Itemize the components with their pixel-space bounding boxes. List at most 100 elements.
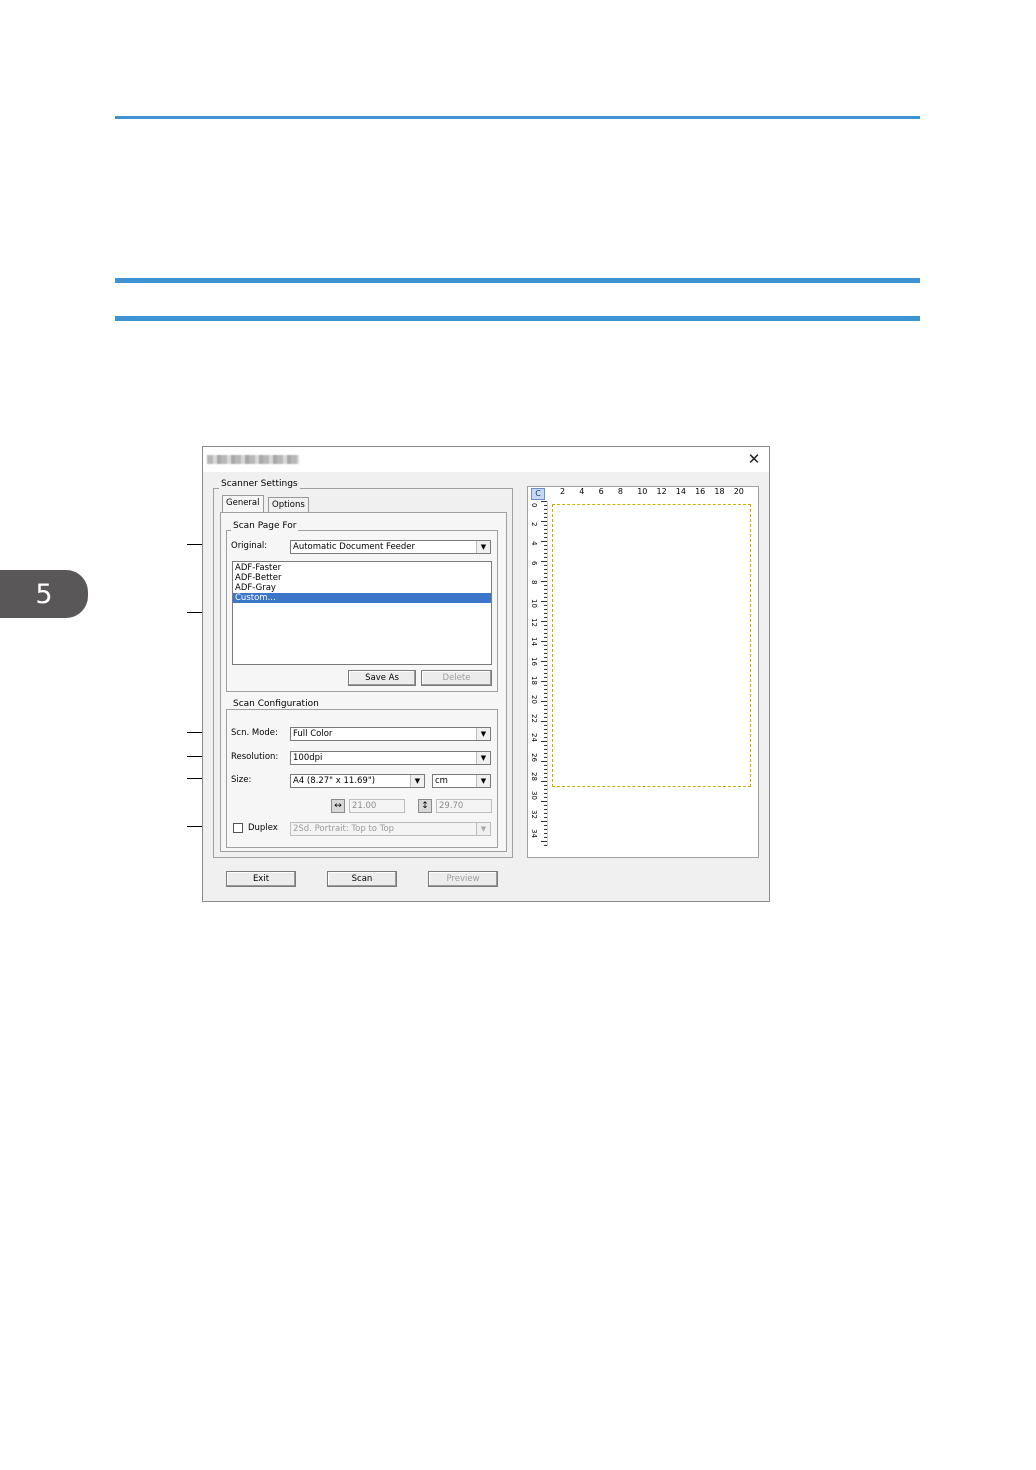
ruler-tick-label: 2 [560, 487, 566, 496]
ruler-tick-mark [541, 681, 547, 682]
ruler-tick-mark [544, 553, 547, 554]
ruler-tick-mark [544, 633, 547, 634]
ruler-tick-mark [544, 645, 547, 646]
ruler-tick-mark [541, 701, 547, 702]
scan-area-outline[interactable] [552, 504, 751, 787]
size-dropdown[interactable]: A4 (8.27" x 11.69") ▼ [290, 774, 425, 788]
ruler-tick-mark [544, 605, 547, 606]
ruler-tick-mark [544, 709, 547, 710]
units-toggle-icon[interactable]: C [531, 488, 545, 500]
scan-button[interactable]: Scan [327, 871, 397, 887]
width-field[interactable]: 21.00 [349, 799, 405, 813]
ruler-tick-mark [544, 593, 547, 594]
ruler-tick-label: 30 [530, 791, 538, 800]
ruler-tick-mark [541, 501, 547, 502]
ruler-tick-label: 4 [579, 487, 585, 496]
resolution-dropdown[interactable]: 100dpi ▼ [290, 751, 491, 765]
ruler-tick-mark [544, 769, 547, 770]
scan-mode-dropdown[interactable]: Full Color ▼ [290, 727, 491, 741]
chevron-down-icon[interactable]: ▼ [476, 775, 490, 787]
ruler-tick-mark [544, 765, 547, 766]
ruler-tick-mark [541, 741, 547, 742]
ruler-tick-mark [544, 685, 547, 686]
list-item-selected[interactable]: Custom... [233, 593, 491, 603]
ruler-tick-mark [544, 669, 547, 670]
list-item[interactable]: ADF-Better [233, 573, 491, 583]
ruler-tick-mark [544, 845, 547, 846]
ruler-tick-mark [544, 609, 547, 610]
ruler-tick-mark [541, 801, 547, 802]
tab-options[interactable]: Options [268, 497, 309, 512]
preset-list[interactable]: ADF-Faster ADF-Better ADF-Gray Custom... [232, 561, 492, 665]
chevron-down-icon[interactable]: ▼ [476, 752, 490, 764]
ruler-tick-mark [544, 717, 547, 718]
ruler-tick-label: 24 [530, 733, 538, 743]
delete-button[interactable]: Delete [421, 670, 492, 686]
exit-button[interactable]: Exit [226, 871, 296, 887]
chevron-down-icon[interactable]: ▼ [476, 728, 490, 740]
chevron-down-icon[interactable]: ▼ [476, 541, 490, 553]
chapter-tab: 5 [0, 570, 88, 618]
ruler-tick-label: 12 [656, 487, 667, 496]
resolution-label: Resolution: [231, 752, 279, 762]
ruler-tick-mark [541, 821, 547, 822]
ruler-tick-mark [544, 829, 547, 830]
ruler-tick-mark [544, 833, 547, 834]
ruler-tick-label: 10 [530, 599, 538, 608]
ruler-tick-mark [541, 621, 547, 622]
scan-mode-value: Full Color [293, 729, 333, 739]
ruler-tick-label: 10 [637, 487, 648, 496]
duplex-checkbox[interactable] [233, 823, 243, 833]
ruler-tick-mark [541, 601, 547, 602]
ruler-tick-mark [541, 641, 547, 642]
ruler-tick-label: 20 [530, 695, 538, 704]
scan-page-for-label: Scan Page For [231, 521, 299, 531]
height-field[interactable]: 29.70 [436, 799, 492, 813]
ruler-tick-mark [544, 837, 547, 838]
ruler-tick-mark [544, 689, 547, 690]
tab-general[interactable]: General [222, 495, 264, 512]
ruler-tick-mark [544, 557, 547, 558]
chevron-down-icon[interactable]: ▼ [410, 775, 424, 787]
ruler-tick-mark [544, 785, 547, 786]
ruler-tick-label: 14 [530, 637, 538, 647]
ruler-tick-label: 34 [530, 829, 538, 839]
list-item[interactable]: ADF-Faster [233, 563, 491, 573]
ruler-tick-label: 26 [530, 752, 538, 762]
ruler-tick-mark [544, 745, 547, 746]
ruler-tick-mark [544, 693, 547, 694]
original-dropdown[interactable]: Automatic Document Feeder ▼ [290, 540, 491, 554]
close-icon[interactable]: ✕ [745, 450, 763, 468]
ruler-tick-mark [544, 809, 547, 810]
ruler-tick-mark [544, 777, 547, 778]
ruler-tick-mark [544, 789, 547, 790]
ruler-tick-mark [544, 545, 547, 546]
ruler-tick-mark [544, 533, 547, 534]
ruler-tick-mark [544, 525, 547, 526]
ruler-tick-mark [544, 753, 547, 754]
ruler-tick-mark [544, 613, 547, 614]
duplex-dropdown[interactable]: 2Sd. Portrait: Top to Top ▼ [290, 822, 491, 836]
size-value: A4 (8.27" x 11.69") [293, 776, 376, 786]
ruler-tick-mark [544, 793, 547, 794]
ruler-tick-label: 8 [617, 487, 623, 496]
scan-mode-label: Scn. Mode: [231, 728, 278, 738]
ruler-tick-mark [544, 733, 547, 734]
ruler-tick-mark [544, 737, 547, 738]
ruler-tick-mark [544, 813, 547, 814]
ruler-tick-label: 16 [530, 656, 538, 666]
ruler-tick-mark [541, 521, 547, 522]
ruler-tick-mark [544, 797, 547, 798]
ruler-tick-mark [544, 549, 547, 550]
chapter-number: 5 [35, 578, 53, 610]
chevron-down-icon[interactable]: ▼ [476, 823, 490, 835]
ruler-tick-mark [544, 577, 547, 578]
ruler-tick-mark [541, 721, 547, 722]
preview-button[interactable]: Preview [428, 871, 498, 887]
list-item[interactable]: ADF-Gray [233, 583, 491, 593]
top-ruler: 2 4 6 8 10 12 14 16 18 20 [549, 487, 757, 501]
save-as-button[interactable]: Save As [348, 670, 416, 686]
title-bar: ✕ [203, 447, 769, 472]
scanner-settings-label: Scanner Settings [219, 479, 300, 489]
unit-dropdown[interactable]: cm ▼ [432, 774, 491, 788]
